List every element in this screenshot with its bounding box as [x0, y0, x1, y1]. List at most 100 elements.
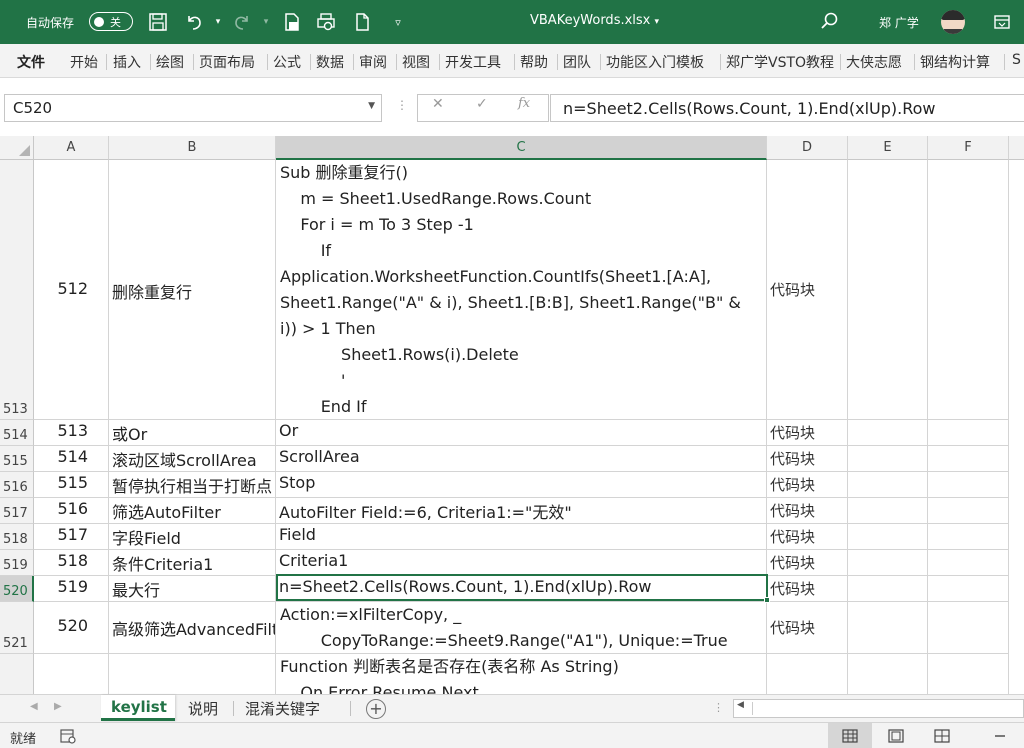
tab-steel-calc[interactable]: 钢结构计算 — [920, 52, 990, 72]
cell-a[interactable] — [34, 654, 109, 694]
cell-b[interactable]: 删除重复行 — [109, 160, 276, 420]
cell-b[interactable]: 条件Criteria1 — [109, 550, 276, 576]
cell-c[interactable]: Criteria1 — [276, 550, 767, 576]
scroll-right-icon[interactable]: ▶ — [54, 701, 62, 712]
row-header[interactable]: 518 — [0, 524, 34, 550]
horizontal-scrollbar[interactable]: ◀ — [733, 699, 1024, 718]
cell-b[interactable]: 字段Field — [109, 524, 276, 550]
cell-a[interactable]: 515 — [34, 472, 109, 498]
row-header[interactable]: 514 — [0, 420, 34, 446]
active-cell-selection[interactable] — [276, 574, 770, 603]
cell-d[interactable]: 代码块 — [767, 446, 848, 472]
page-layout-view-icon[interactable] — [874, 723, 918, 748]
cell-f[interactable] — [928, 654, 1009, 694]
resize-handle-icon[interactable]: ⋮ — [713, 701, 724, 714]
cell-a[interactable]: 520 — [34, 602, 109, 654]
cell-f[interactable] — [928, 602, 1009, 654]
cell-f[interactable] — [928, 160, 1009, 420]
insert-function-icon[interactable]: fx — [518, 96, 530, 111]
tab-developer[interactable]: 开发工具 — [445, 52, 501, 72]
tab-home[interactable]: 开始 — [70, 52, 98, 72]
cell-a[interactable]: 513 — [34, 420, 109, 446]
new-document-icon[interactable] — [350, 10, 374, 34]
tab-formulas[interactable]: 公式 — [273, 52, 301, 72]
tab-overflow[interactable]: S — [1012, 52, 1021, 68]
tab-team[interactable]: 团队 — [563, 52, 591, 72]
tab-vsto-tutorial[interactable]: 郑广学VSTO教程 — [726, 52, 838, 72]
row-header[interactable]: 521 — [0, 602, 34, 654]
scroll-left-arrow-icon[interactable]: ◀ — [737, 700, 744, 710]
cell-f[interactable] — [928, 524, 1009, 550]
cell-d[interactable]: 代码块 — [767, 420, 848, 446]
redo-dropdown-icon[interactable]: ▾ — [254, 10, 278, 34]
customize-toolbar-icon[interactable]: ▿ — [386, 10, 410, 34]
zoom-out-icon[interactable] — [980, 723, 1020, 748]
tab-review[interactable]: 审阅 — [359, 52, 387, 72]
undo-dropdown-icon[interactable]: ▾ — [206, 10, 230, 34]
column-header-c[interactable]: C — [276, 136, 767, 160]
column-header-f[interactable]: F — [928, 136, 1009, 160]
tab-data[interactable]: 数据 — [316, 52, 344, 72]
tab-file[interactable]: 文件 — [17, 52, 45, 72]
cell-a[interactable]: 518 — [34, 550, 109, 576]
tab-help[interactable]: 帮助 — [520, 52, 548, 72]
chevron-down-icon[interactable]: ▼ — [368, 101, 375, 111]
user-name[interactable]: 郑 广学 — [879, 14, 919, 31]
cell-a[interactable]: 516 — [34, 498, 109, 524]
cell-b[interactable]: 最大行 — [109, 576, 276, 602]
cell-f[interactable] — [928, 446, 1009, 472]
row-header[interactable]: 513 — [0, 160, 34, 420]
tab-daxia[interactable]: 大侠志愿 — [846, 52, 902, 72]
document-check-icon[interactable] — [280, 10, 304, 34]
cell-b[interactable]: 筛选AutoFilter — [109, 498, 276, 524]
macro-recording-icon[interactable] — [60, 728, 76, 748]
select-all-button[interactable] — [0, 136, 34, 160]
cell-d[interactable]: 代码块 — [767, 472, 848, 498]
cell-d[interactable]: 代码块 — [767, 498, 848, 524]
cell-d[interactable]: 代码块 — [767, 524, 848, 550]
cell-b[interactable]: 暂停执行相当于打断点 — [109, 472, 276, 498]
column-header-a[interactable]: A — [34, 136, 109, 160]
cell-c[interactable]: ScrollArea — [276, 446, 767, 472]
cell-c[interactable]: Stop — [276, 472, 767, 498]
cell-e[interactable] — [848, 160, 928, 420]
row-header[interactable]: 517 — [0, 498, 34, 524]
scrollbar-thumb[interactable] — [752, 702, 1002, 715]
cell-c[interactable]: Or — [276, 420, 767, 446]
row-header[interactable]: 516 — [0, 472, 34, 498]
row-header[interactable]: 515 — [0, 446, 34, 472]
document-title[interactable]: VBAKeyWords.xlsx ▾ — [530, 13, 659, 28]
cell-d[interactable]: 代码块 — [767, 160, 848, 420]
cell-a[interactable]: 519 — [34, 576, 109, 602]
column-header-g[interactable] — [1009, 136, 1024, 160]
cell-f[interactable] — [928, 550, 1009, 576]
cell-e[interactable] — [848, 524, 928, 550]
sheet-tab-obfuscation[interactable]: 混淆关键字 — [235, 695, 330, 721]
cell-b[interactable]: 滚动区域ScrollArea — [109, 446, 276, 472]
print-preview-icon[interactable] — [314, 10, 338, 34]
cell-c[interactable]: AutoFilter Field:=6, Criteria1:="无效" — [276, 498, 767, 524]
cell-d[interactable] — [767, 654, 848, 694]
cell-e[interactable] — [848, 654, 928, 694]
undo-icon[interactable] — [182, 10, 206, 34]
row-header[interactable]: 519 — [0, 550, 34, 576]
column-header-d[interactable]: D — [767, 136, 848, 160]
resize-handle-icon[interactable]: ⋮ — [396, 98, 408, 112]
sheet-tab-keylist[interactable]: keylist — [101, 695, 175, 721]
cell-d[interactable]: 代码块 — [767, 602, 848, 654]
cell-a[interactable]: 512 — [34, 160, 109, 420]
scroll-left-icon[interactable]: ◀ — [30, 701, 38, 712]
cell-b[interactable]: 高级筛选AdvancedFilter — [109, 602, 276, 654]
cell-b[interactable] — [109, 654, 276, 694]
cell-a[interactable]: 514 — [34, 446, 109, 472]
column-header-e[interactable]: E — [848, 136, 928, 160]
cell-f[interactable] — [928, 420, 1009, 446]
name-box[interactable]: C520 ▼ — [4, 94, 382, 122]
tab-page-layout[interactable]: 页面布局 — [199, 52, 255, 72]
cell-c[interactable]: Sub 删除重复行() m = Sheet1.UsedRange.Rows.Co… — [276, 160, 767, 420]
formula-input[interactable]: n=Sheet2.Cells(Rows.Count, 1).End(xlUp).… — [550, 94, 1024, 122]
cell-c[interactable]: Action:=xlFilterCopy, _ CopyToRange:=She… — [276, 602, 767, 654]
cell-e[interactable] — [848, 446, 928, 472]
tab-ribbon-template[interactable]: 功能区入门模板 — [606, 52, 704, 72]
cell-c[interactable]: Field — [276, 524, 767, 550]
